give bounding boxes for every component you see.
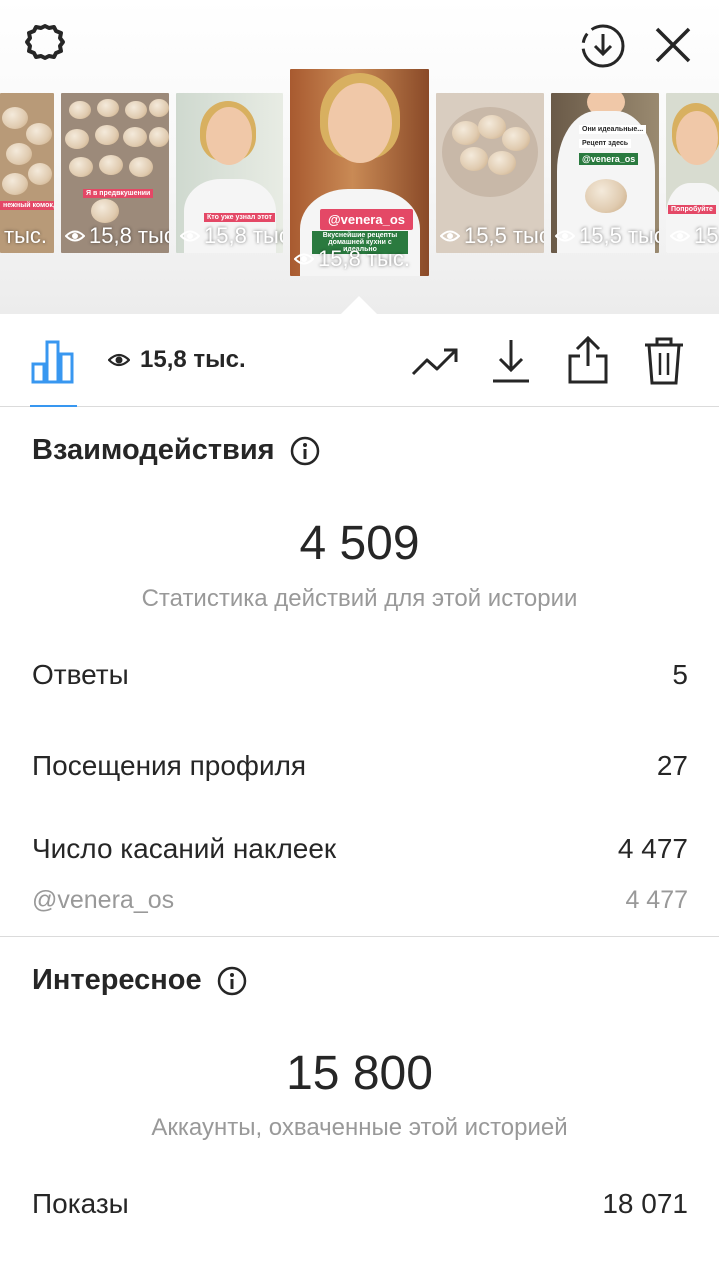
thumbnail-views: 15 — [670, 223, 718, 249]
story-sticker: Кто уже узнал этот — [204, 213, 275, 222]
stat-value: 18 071 — [602, 1188, 688, 1219]
selection-caret — [341, 296, 377, 314]
views-count: 15,5 тыс — [579, 223, 659, 248]
story-thumbnail-selected[interactable]: @venera_os Вкуснейшие рецепты домашней к… — [290, 69, 429, 276]
stat-subrow-mention: @venera_os 4 477 — [32, 886, 688, 915]
thumbnail-views: 15,5 тыс — [555, 223, 659, 249]
delete-button[interactable] — [642, 336, 686, 386]
promote-button[interactable] — [410, 342, 460, 382]
trend-icon — [411, 348, 458, 376]
views-count: 15,8 тыс — [89, 223, 169, 248]
story-views: 15,8 тыс. — [108, 346, 246, 374]
eye-icon — [108, 353, 130, 367]
interactions-total: 4 509 — [299, 517, 420, 570]
stat-label: Посещения профиля — [32, 750, 307, 781]
eye-icon — [180, 230, 200, 242]
story-thumbnail[interactable]: Попробуйте 15 — [666, 93, 719, 253]
stat-row-replies: Ответы 5 — [32, 659, 688, 691]
section-divider — [0, 936, 719, 937]
eye-icon — [294, 253, 314, 265]
insights-tab[interactable] — [30, 336, 76, 406]
story-sticker: Я в предвкушении — [83, 189, 154, 198]
views-count: 15,8 тыс. — [318, 246, 410, 271]
info-icon[interactable] — [216, 965, 248, 997]
reach-caption: Аккаунты, охваченные этой историей — [151, 1114, 568, 1141]
story-sticker: Они идеальные... — [579, 125, 647, 134]
section-title: Интересное — [32, 964, 202, 996]
story-sticker: Рецепт здесь — [579, 139, 632, 148]
stat-value: 5 — [672, 659, 688, 690]
thumbnail-views: 15,8 тыс — [65, 223, 169, 249]
story-sticker: нежный комок, это о — [0, 201, 54, 210]
thumbnail-views: тыс. — [4, 223, 47, 249]
section-title: Взаимодействия — [32, 434, 275, 466]
stat-value: 4 477 — [625, 886, 688, 914]
stat-label: Показы — [32, 1188, 129, 1219]
views-count: тыс. — [4, 223, 48, 248]
views-count: 15,8 тыс — [204, 223, 283, 248]
interactions-header: Взаимодействия — [32, 434, 321, 467]
trash-icon — [645, 337, 683, 385]
eye-icon — [440, 230, 460, 242]
stat-label: Число касаний наклеек — [32, 833, 337, 864]
active-tab-indicator — [30, 405, 77, 407]
story-thumbnail[interactable]: Я в предвкушении 15,8 тыс — [61, 93, 169, 253]
download-icon — [493, 340, 529, 383]
mention-sticker: @venera_os — [579, 153, 639, 165]
reach-total: 15 800 — [286, 1047, 433, 1100]
thumbnail-views: 15,8 тыс. — [294, 246, 410, 272]
info-icon[interactable] — [289, 435, 321, 467]
views-count: 15,8 тыс. — [140, 346, 246, 373]
stat-label: @venera_os — [32, 886, 175, 914]
stat-value: 27 — [656, 750, 688, 781]
story-gallery: нежный комок, это о тыс. Я в предвкушени… — [0, 0, 719, 314]
stat-value: 4 477 — [617, 833, 688, 864]
share-button[interactable] — [566, 334, 610, 386]
views-count: 15 — [694, 223, 719, 248]
story-thumbnail[interactable]: нежный комок, это о тыс. — [0, 93, 54, 253]
eye-icon — [555, 230, 575, 242]
stat-row-sticker-taps: Число касаний наклеек 4 477 — [32, 833, 688, 865]
story-sticker: Попробуйте — [668, 205, 716, 214]
story-thumbnail[interactable]: Кто уже узнал этот 15,8 тыс — [176, 93, 283, 253]
story-thumbnail[interactable]: Они идеальные... Рецепт здесь @venera_os… — [551, 93, 659, 253]
insights-icon — [31, 340, 74, 384]
download-button[interactable] — [490, 336, 532, 386]
eye-icon — [670, 230, 690, 242]
story-toolbar: 15,8 тыс. — [0, 314, 719, 407]
share-icon — [568, 335, 608, 384]
discovery-header: Интересное — [32, 964, 248, 997]
eye-icon — [65, 230, 85, 242]
mention-sticker: @venera_os — [320, 209, 413, 230]
thumbnail-views: 15,8 тыс — [180, 223, 283, 249]
thumbnail-views: 15,5 тыс — [440, 223, 544, 249]
stat-row-profile-visits: Посещения профиля 27 — [32, 750, 688, 782]
interactions-caption: Статистика действий для этой истории — [141, 585, 578, 612]
views-count: 15,5 тыс — [464, 223, 544, 248]
stat-row-impressions: Показы 18 071 — [32, 1188, 688, 1220]
story-thumbnails: нежный комок, это о тыс. Я в предвкушени… — [0, 0, 719, 314]
story-thumbnail[interactable]: 15,5 тыс — [436, 93, 544, 253]
stat-label: Ответы — [32, 659, 129, 690]
